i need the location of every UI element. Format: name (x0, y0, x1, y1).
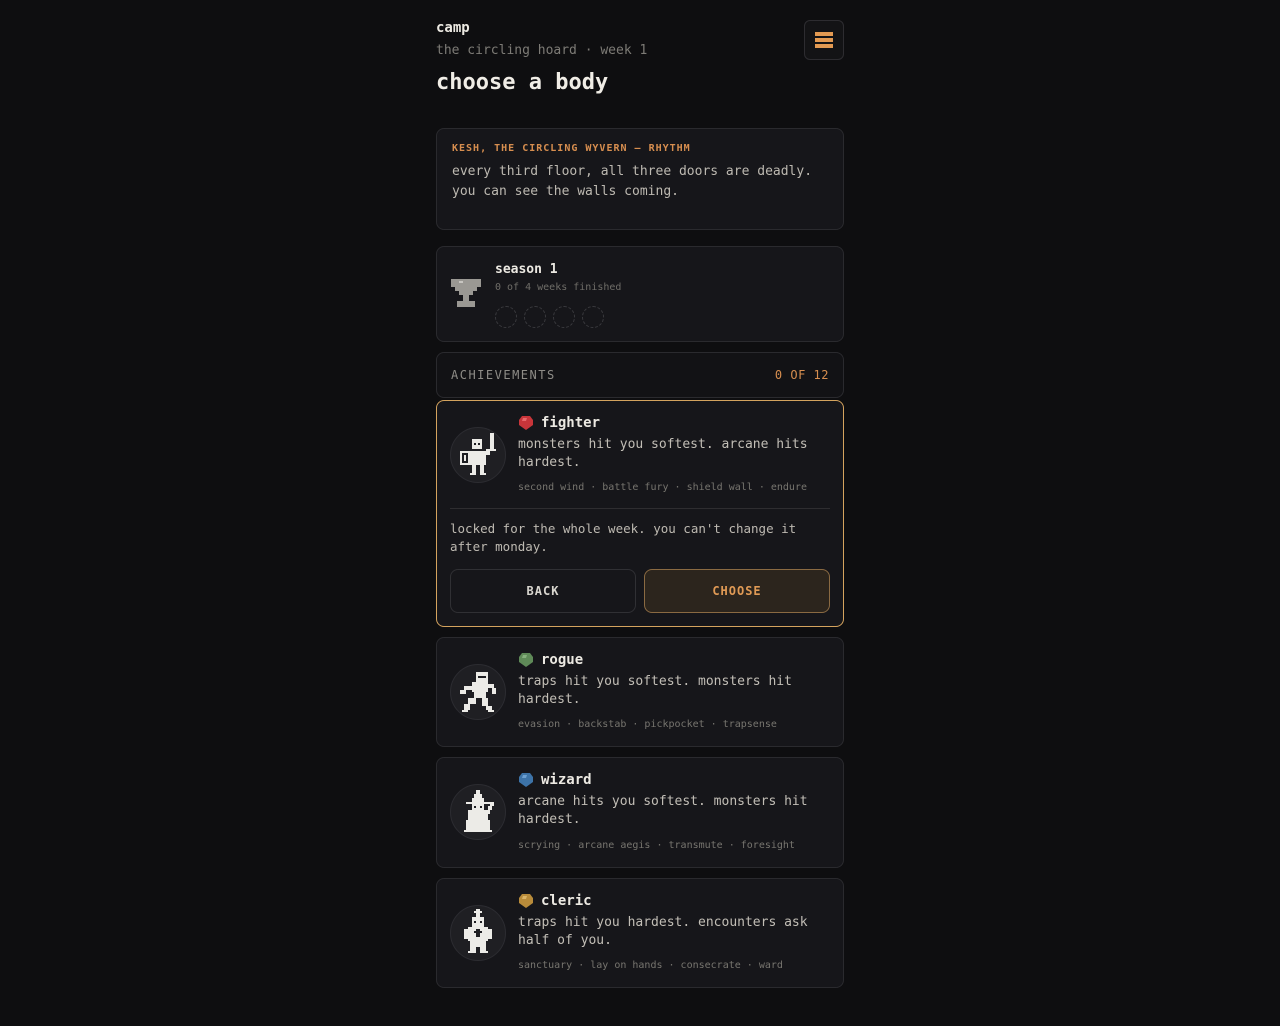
class-description: traps hit you softest. monsters hit hard… (518, 674, 792, 707)
menu-button[interactable] (804, 20, 844, 60)
week-dot (524, 306, 546, 328)
page-header: camp the circling hoard · week 1 choose … (436, 0, 844, 128)
lock-warning: locked for the whole week. you can't cha… (450, 521, 797, 554)
achievements-bar[interactable]: ACHIEVEMENTS 0 OF 12 (436, 352, 844, 398)
wizard-avatar (450, 784, 506, 840)
class-description: arcane hits you softest. monsters hit ha… (518, 794, 808, 827)
boss-description: every third floor, all three doors are d… (452, 164, 813, 199)
boss-card: KESH, THE CIRCLING WYVERN — RHYTHM every… (436, 128, 844, 230)
back-button[interactable]: BACK (450, 569, 636, 613)
class-card-fighter[interactable]: fighter monsters hit you softest. arcane… (436, 400, 844, 627)
fighter-avatar (450, 427, 506, 483)
wizard-sprite-icon (464, 790, 494, 832)
red-gem-icon (519, 416, 533, 430)
rogue-avatar (450, 664, 506, 720)
cleric-avatar (450, 905, 506, 961)
class-skills: sanctuary · lay on hands · consecrate · … (518, 960, 783, 971)
class-card-cleric[interactable]: cleric traps hit you hardest. encounters… (436, 878, 844, 988)
rogue-sprite-icon (460, 672, 496, 712)
class-skills: second wind · battle fury · shield wall … (518, 482, 807, 493)
class-skills: evasion · backstab · pickpocket · trapse… (518, 719, 777, 730)
gold-gem-icon (519, 894, 533, 908)
fighter-sprite-icon (460, 433, 496, 475)
camp-label: camp (436, 20, 470, 36)
class-card-rogue[interactable]: rogue traps hit you softest. monsters hi… (436, 637, 844, 747)
class-description: traps hit you hardest. encounters ask ha… (518, 915, 808, 948)
season-progress: 0 of 4 weeks finished (495, 282, 622, 293)
trophy-icon (451, 279, 481, 307)
class-name: wizard (541, 772, 592, 788)
season-name: season 1 (495, 262, 558, 277)
week-dot (495, 306, 517, 328)
boss-kicker: KESH, THE CIRCLING WYVERN — RHYTHM (452, 143, 691, 154)
hamburger-menu-icon (815, 32, 833, 48)
week-dot (553, 306, 575, 328)
class-card-wizard[interactable]: wizard arcane hits you softest. monsters… (436, 757, 844, 868)
week-progress-dots (495, 306, 604, 328)
cleric-sprite-icon (464, 909, 492, 953)
blue-gem-icon (519, 773, 533, 787)
class-name: rogue (541, 652, 584, 668)
achievements-count: 0 OF 12 (774, 368, 829, 382)
class-skills: scrying · arcane aegis · transmute · for… (518, 840, 795, 851)
season-card: season 1 0 of 4 weeks finished (436, 246, 844, 342)
class-name: fighter (541, 415, 601, 431)
page-subtitle: the circling hoard · week 1 (436, 43, 648, 58)
class-description: monsters hit you softest. arcane hits ha… (518, 437, 808, 470)
achievements-label: ACHIEVEMENTS (451, 368, 556, 382)
main-column: camp the circling hoard · week 1 choose … (436, 0, 844, 988)
class-name: cleric (541, 893, 592, 909)
page-title: choose a body (436, 70, 609, 95)
divider (450, 508, 830, 509)
choose-button[interactable]: CHOOSE (644, 569, 830, 613)
green-gem-icon (519, 653, 533, 667)
week-dot (582, 306, 604, 328)
